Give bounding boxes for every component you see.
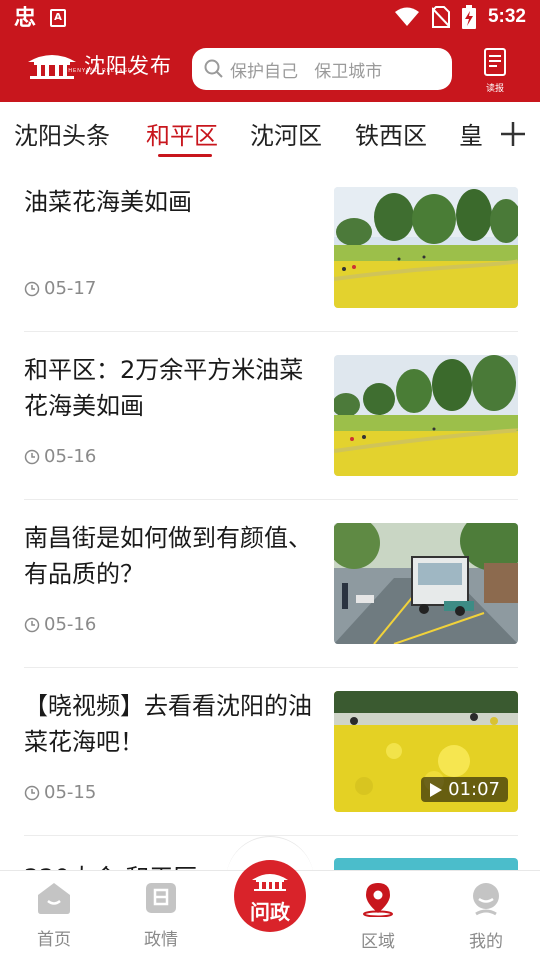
no-sim-icon	[431, 6, 450, 28]
video-duration: 01:07	[448, 779, 500, 800]
nav-government-info[interactable]: 政情	[121, 881, 201, 950]
news-thumbnail[interactable]	[334, 523, 518, 644]
battery-charging-icon	[461, 5, 476, 29]
nav-profile[interactable]: 我的	[446, 881, 526, 952]
news-title: 和平区：2万余平方米油菜花海美如画	[24, 356, 304, 420]
news-title: 【晓视频】去看看沈阳的油菜花海吧！	[24, 692, 312, 756]
government-info-icon	[146, 883, 176, 913]
search-placeholder: 保护自己 保卫城市	[230, 61, 383, 82]
rapeseed-field-image	[334, 187, 518, 308]
news-title: 油菜花海美如画	[24, 188, 192, 216]
news-date: 05-17	[24, 278, 96, 299]
pavilion-logo-icon	[28, 55, 76, 79]
wifi-icon	[394, 7, 419, 26]
a-app-icon: A	[50, 9, 67, 27]
news-date-text: 05-17	[44, 278, 97, 299]
news-item[interactable]: 和平区：2万余平方米油菜花海美如画 05-16	[24, 332, 518, 500]
nav-label: 区域	[361, 932, 395, 952]
video-duration-badge: 01:07	[421, 777, 508, 802]
clock-icon	[24, 281, 40, 296]
status-right: 5:32	[394, 5, 526, 29]
clock-icon	[24, 617, 40, 632]
news-item[interactable]: 油菜花海美如画 05-17	[24, 164, 518, 332]
search-icon	[204, 59, 223, 78]
tab-shenyang-headlines[interactable]: 沈阳头条	[14, 116, 110, 151]
tab-huanggu-partial[interactable]: 皇	[459, 116, 483, 151]
active-tab-indicator	[158, 154, 212, 157]
news-video-thumbnail[interactable]: 01:07	[334, 691, 518, 812]
tab-shenhe-district[interactable]: 沈河区	[250, 116, 322, 151]
location-pin-icon	[363, 883, 393, 918]
news-date-text: 05-15	[44, 782, 97, 803]
clock-icon	[24, 449, 40, 464]
app-logo[interactable]: 沈阳发布	[26, 50, 172, 80]
news-thumbnail[interactable]	[334, 355, 518, 476]
status-bar: 忠 A 5:32	[0, 0, 540, 36]
news-date-text: 05-16	[44, 446, 97, 467]
status-left-icons: 忠 A	[14, 5, 67, 31]
news-thumbnail[interactable]	[334, 187, 518, 308]
clock-icon	[24, 785, 40, 800]
play-icon	[430, 782, 443, 797]
tab-heping-district[interactable]: 和平区	[146, 116, 218, 151]
news-item[interactable]: 【晓视频】去看看沈阳的油菜花海吧！ 05-15 01:07	[24, 668, 518, 836]
search-bar[interactable]: 保护自己 保卫城市	[192, 48, 452, 90]
chong-app-icon: 忠	[14, 5, 37, 31]
nav-label: 首页	[37, 930, 71, 950]
news-title: 南昌街是如何做到有颜值、有品质的？	[24, 524, 312, 588]
news-date: 05-16	[24, 614, 96, 635]
logo-text: 沈阳发布	[84, 54, 172, 78]
plus-icon	[501, 122, 525, 146]
rapeseed-field-image	[334, 355, 518, 476]
nav-region[interactable]: 区域	[338, 881, 418, 952]
nav-label: 政情	[144, 930, 178, 950]
channel-tabs: 沈阳头条 和平区 沈河区 铁西区 皇	[0, 102, 540, 164]
newspaper-icon	[484, 48, 506, 76]
tab-tiexi-district[interactable]: 铁西区	[355, 116, 427, 151]
profile-icon	[473, 883, 499, 916]
read-paper-label: 读报	[485, 84, 504, 94]
news-item[interactable]: 南昌街是如何做到有颜值、有品质的？ 05-16	[24, 500, 518, 668]
news-date: 05-16	[24, 446, 96, 467]
ask-government-icon	[252, 874, 288, 891]
logo-subtext: SHENYANG RELEASE	[64, 68, 133, 74]
nav-home[interactable]: 首页	[14, 881, 94, 950]
read-paper-button[interactable]: 读报	[480, 48, 510, 94]
ask-government-label: 问政	[250, 900, 290, 924]
add-channel-button[interactable]	[486, 112, 540, 156]
clock: 5:32	[487, 6, 526, 27]
street-sweeper-image	[334, 523, 518, 644]
app-header: 沈阳发布 SHENYANG RELEASE 保护自己 保卫城市 读报	[0, 36, 540, 102]
nav-label: 我的	[469, 932, 503, 952]
ask-government-button[interactable]: 问政	[234, 860, 306, 932]
news-date: 05-15	[24, 782, 96, 803]
home-icon	[38, 883, 70, 914]
news-date-text: 05-16	[44, 614, 97, 635]
